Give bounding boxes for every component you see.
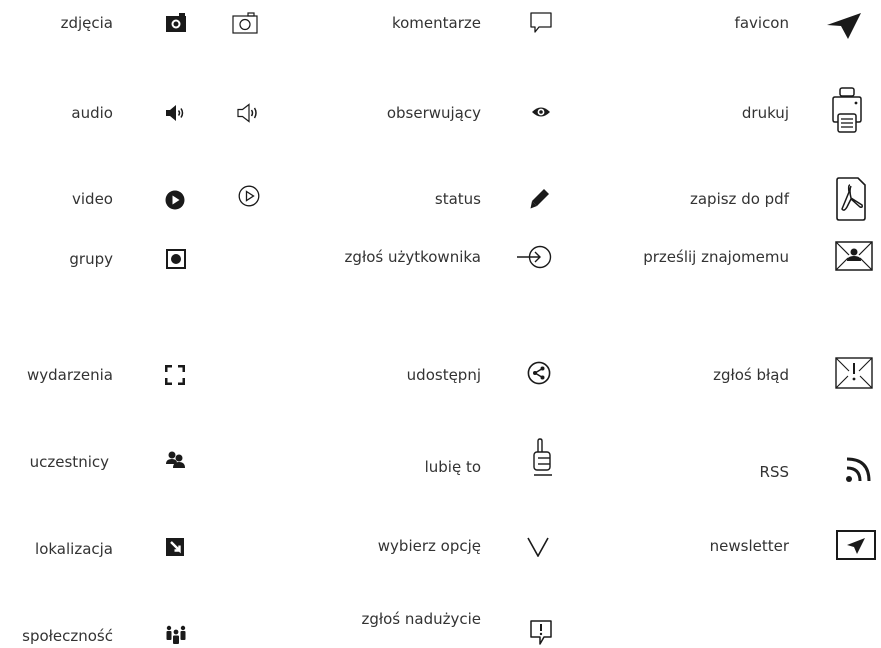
share-icon[interactable] [527,361,551,385]
pencil-icon[interactable] [530,188,550,210]
chevron-down-icon[interactable] [527,537,549,557]
like-thumb-icon[interactable] [531,438,553,478]
pdf-icon[interactable] [836,177,866,221]
rss-icon[interactable] [845,455,873,483]
label-lubie-to: lubię to [424,458,481,476]
newsletter-icon[interactable] [836,530,876,560]
camera-filled-icon[interactable] [165,13,187,33]
comment-icon[interactable] [530,12,552,34]
community-people-icon[interactable] [165,625,187,645]
report-user-arrow-icon[interactable] [516,245,552,269]
label-video: video [72,190,113,208]
label-udostepnij: udostępnj [406,366,481,384]
label-drukuj: drukuj [741,104,789,122]
label-newsletter: newsletter [709,537,789,555]
label-zglos-blad: zgłoś błąd [713,366,789,384]
speaker-filled-icon[interactable] [165,104,185,122]
camera-outline-icon[interactable] [232,12,258,34]
label-audio: audio [71,104,113,122]
label-wydarzenia: wydarzenia [27,366,113,384]
label-spolecznosc: społeczność [22,627,113,645]
play-outline-icon[interactable] [238,185,260,207]
eye-icon[interactable] [531,105,551,119]
label-rss: RSS [759,463,789,481]
label-zdjecia: zdjęcia [60,14,113,32]
label-przeslij-znajomemu: prześlij znajomemu [643,248,789,266]
label-wybierz-opcje: wybierz opcję [377,537,481,555]
participants-icon[interactable] [165,450,187,470]
group-checkbox-icon[interactable] [166,249,186,269]
label-favicon: favicon [734,14,789,32]
label-status: status [434,190,481,208]
label-uczestnicy: uczestnicy [29,453,109,471]
send-to-friend-envelope-icon[interactable] [835,241,873,271]
report-error-envelope-icon[interactable] [835,357,873,389]
label-lokalizacja: lokalizacja [35,540,113,558]
label-grupy: grupy [69,250,113,268]
report-abuse-icon[interactable] [530,620,552,646]
label-zglos-uzytkownika: zgłoś użytkownika [344,248,481,266]
location-pin-icon[interactable] [165,537,185,557]
speaker-outline-icon[interactable] [237,103,261,123]
fullscreen-corners-icon[interactable] [165,365,185,385]
label-zglos-naduzycie: zgłoś nadużycie [361,610,481,628]
favicon-arrow-icon[interactable] [826,12,862,40]
label-zapisz-do-pdf: zapisz do pdf [689,190,789,208]
label-komentarze: komentarze [391,14,481,32]
printer-icon[interactable] [832,86,862,134]
label-obserwujacy: obserwujący [386,104,481,122]
play-filled-icon[interactable] [165,190,185,210]
